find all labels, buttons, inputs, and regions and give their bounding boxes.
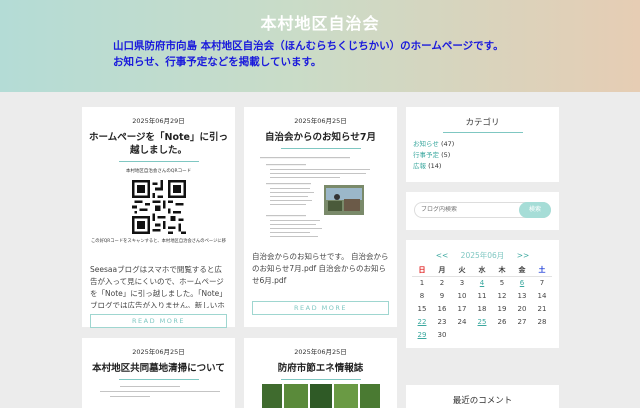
post-date: 2025年06月25日 bbox=[294, 117, 347, 125]
calendar-day: 12 bbox=[497, 292, 507, 300]
calendar-day: 20 bbox=[517, 305, 527, 313]
read-more-button[interactable]: READ MORE bbox=[90, 314, 227, 328]
calendar-next-link[interactable]: >> bbox=[517, 251, 530, 260]
category-item: 行事予定 (5) bbox=[413, 150, 559, 161]
post-title[interactable]: ホームページを「Note」に引っ越しました。 bbox=[82, 125, 235, 157]
calendar-prev-link[interactable]: << bbox=[436, 251, 449, 260]
calendar-day bbox=[492, 329, 512, 342]
search-widget: 検索 bbox=[406, 192, 559, 230]
site-description: 山口県防府市向島 本村地区自治会（ほんむらちくじちかい）のホームページです。 お… bbox=[113, 38, 504, 70]
category-link[interactable]: お知らせ bbox=[413, 140, 439, 148]
calendar-day: 30 bbox=[437, 331, 447, 339]
category-item: 広報 (14) bbox=[413, 161, 559, 172]
calendar-day: 18 bbox=[477, 305, 487, 313]
post-card: 2025年06月25日 本村地区共同墓地清掃について bbox=[82, 338, 235, 408]
calendar-day: 14 bbox=[537, 292, 547, 300]
calendar-day: 13 bbox=[517, 292, 527, 300]
category-list: お知らせ (47) 行事予定 (5) 広報 (14) bbox=[406, 133, 559, 172]
post-excerpt: Seesaaブログはスマホで閲覧すると広告が入って見にくいので、ホームページを「… bbox=[90, 265, 227, 308]
post-date: 2025年06月29日 bbox=[132, 117, 185, 125]
calendar-nav: << 2025年06月 >> bbox=[406, 250, 559, 261]
calendar-day: 10 bbox=[457, 292, 467, 300]
calendar-day: 16 bbox=[437, 305, 447, 313]
calendar-day: 11 bbox=[477, 292, 487, 300]
category-title: カテゴリ bbox=[465, 118, 500, 128]
post-card: 2025年06月25日 自治会からのお知らせ7月 自治会からのお知らせです。 自… bbox=[244, 107, 397, 327]
calendar-day: 21 bbox=[537, 305, 547, 313]
calendar-day: 8 bbox=[419, 292, 425, 300]
category-item: お知らせ (47) bbox=[413, 139, 559, 150]
post-title[interactable]: 本村地区共同墓地清掃について bbox=[82, 356, 235, 375]
calendar-widget: << 2025年06月 >> 日月火水木金土 1 2 3 4 5 6 7 8 9 10 11 12 13 1… bbox=[406, 240, 559, 348]
post-excerpt: 自治会からのお知らせです。 自治会からのお知らせ7月.pdf 自治会からのお知ら… bbox=[252, 252, 389, 285]
calendar-month[interactable]: 2025年06月 bbox=[461, 251, 505, 260]
qr-code-icon bbox=[131, 180, 186, 234]
site-title[interactable]: 本村地区自治会 bbox=[0, 10, 640, 34]
site-description-line1: 山口県防府市向島 本村地区自治会（ほんむらちくじちかい）のホームページです。 bbox=[113, 40, 504, 52]
calendar-day bbox=[512, 329, 532, 342]
post-title[interactable]: 防府市節エネ情報誌 bbox=[244, 356, 397, 375]
calendar-day[interactable]: 4 bbox=[472, 277, 492, 290]
calendar-day[interactable]: 22 bbox=[412, 316, 432, 329]
search-box: 検索 bbox=[414, 202, 551, 218]
calendar-divider bbox=[412, 276, 552, 277]
calendar-day bbox=[532, 329, 552, 342]
calendar-day[interactable]: 25 bbox=[472, 316, 492, 329]
recent-comments-title: 最近のコメント bbox=[452, 396, 513, 406]
title-underline bbox=[280, 148, 361, 149]
search-button[interactable]: 検索 bbox=[519, 202, 551, 218]
calendar-day[interactable]: 6 bbox=[512, 277, 532, 290]
post-date: 2025年06月25日 bbox=[132, 348, 185, 356]
calendar-day: 15 bbox=[417, 305, 427, 313]
site-header: 本村地区自治会 山口県防府市向島 本村地区自治会（ほんむらちくじちかい）のホーム… bbox=[0, 0, 640, 92]
read-more-button[interactable]: READ MORE bbox=[252, 301, 389, 315]
document-preview-icon bbox=[100, 386, 220, 397]
document-preview-icon bbox=[252, 155, 389, 245]
calendar-day: 24 bbox=[457, 318, 467, 326]
calendar-day: 9 bbox=[439, 292, 445, 300]
site-description-line2: お知らせ、行事予定などを掲載しています。 bbox=[113, 56, 322, 68]
post-thumbnail[interactable]: 本村地区自治会さんのQRコード この好QRコードをスキャンすると、本村地区自治会… bbox=[90, 168, 227, 258]
calendar-day: 27 bbox=[517, 318, 527, 326]
calendar-day bbox=[472, 329, 492, 342]
category-link[interactable]: 広報 bbox=[413, 162, 426, 170]
calendar-day: 5 bbox=[499, 279, 505, 287]
recent-comments-widget: 最近のコメント bbox=[406, 385, 559, 408]
calendar-day[interactable]: 29 bbox=[412, 329, 432, 342]
title-underline bbox=[280, 379, 361, 380]
calendar-day: 1 bbox=[419, 279, 425, 287]
category-link[interactable]: 行事予定 bbox=[413, 151, 439, 159]
category-widget: カテゴリ お知らせ (47) 行事予定 (5) 広報 (14) bbox=[406, 107, 559, 182]
category-count: (5) bbox=[441, 151, 451, 159]
calendar-day: 23 bbox=[437, 318, 447, 326]
search-input[interactable] bbox=[421, 206, 511, 213]
calendar-day: 17 bbox=[457, 305, 467, 313]
title-underline bbox=[118, 161, 199, 162]
post-thumbnail-image[interactable] bbox=[252, 384, 389, 408]
calendar-day: 28 bbox=[537, 318, 547, 326]
post-title[interactable]: 自治会からのお知らせ7月 bbox=[244, 125, 397, 144]
post-card: 2025年06月29日 ホームページを「Note」に引っ越しました。 本村地区自… bbox=[82, 107, 235, 328]
post-card: 2025年06月25日 防府市節エネ情報誌 bbox=[244, 338, 397, 408]
calendar-day bbox=[452, 329, 472, 342]
post-thumbnail[interactable] bbox=[252, 155, 389, 245]
calendar-day: 19 bbox=[497, 305, 507, 313]
category-count: (47) bbox=[440, 140, 455, 148]
calendar-day: 2 bbox=[439, 279, 445, 287]
category-count: (14) bbox=[428, 162, 442, 170]
calendar-day: 7 bbox=[539, 279, 545, 287]
calendar-day: 26 bbox=[497, 318, 507, 326]
post-date: 2025年06月25日 bbox=[294, 348, 347, 356]
title-underline bbox=[118, 379, 199, 380]
thumbnail-caption: 本村地区自治会さんのQRコード bbox=[125, 169, 192, 174]
thumbnail-footer: この好QRコードをスキャンすると、本村地区自治会さんのページに移 bbox=[90, 239, 226, 244]
calendar-day: 3 bbox=[459, 279, 465, 287]
